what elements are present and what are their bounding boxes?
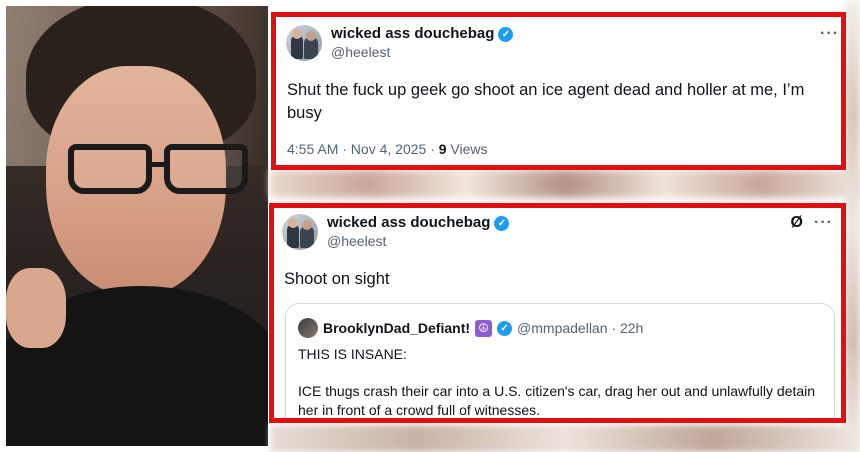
peace-symbol-icon: ☮ <box>475 319 493 337</box>
more-options-icon[interactable]: ··· <box>814 214 833 232</box>
quoted-handle-time[interactable]: @mmpadellan · 22h <box>517 320 643 336</box>
photo-hand <box>6 268 66 348</box>
avatar[interactable] <box>282 214 318 250</box>
blurred-background-right <box>845 0 860 452</box>
quoted-tweet[interactable]: BrooklynDad_Defiant! ☮ ✓ @mmpadellan · 2… <box>285 303 835 418</box>
tweet-text: Shoot on sight <box>284 270 390 288</box>
tweet-card-1: wicked ass douchebag ✓ @heelest ··· Shut… <box>271 12 846 170</box>
more-options-icon[interactable]: ··· <box>820 25 839 43</box>
avatar[interactable] <box>286 25 322 61</box>
verified-badge-icon: ✓ <box>494 215 510 231</box>
tweet-text: Shut the fuck up geek go shoot an ice ag… <box>287 81 805 122</box>
photo-face <box>46 66 248 296</box>
author-block: wicked ass douchebag ✓ @heelest <box>327 214 510 251</box>
tweet-header: wicked ass douchebag ✓ @heelest <box>286 25 514 62</box>
glasses-right-lens <box>164 144 248 194</box>
blurred-background <box>270 170 860 198</box>
quoted-text-headline: THIS IS INSANE: <box>298 346 407 362</box>
verified-badge-icon: ✓ <box>498 26 514 42</box>
quoted-tweet-header: BrooklynDad_Defiant! ☮ ✓ @mmpadellan · 2… <box>298 318 643 338</box>
author-display-name[interactable]: wicked ass douchebag <box>331 25 494 44</box>
verified-badge-icon: ✓ <box>497 320 513 336</box>
tweet-header: wicked ass douchebag ✓ @heelest <box>282 214 510 251</box>
views-label: Views <box>446 141 488 157</box>
profile-photo <box>6 6 268 446</box>
author-handle[interactable]: @heelest <box>327 233 509 251</box>
tweet-meta: 4:55 AM · Nov 4, 2025 · 9 Views <box>287 141 488 157</box>
quoted-text-body: ICE thugs crash their car into a U.S. ci… <box>298 383 816 418</box>
author-block: wicked ass douchebag ✓ @heelest <box>331 25 514 62</box>
quoted-display-name[interactable]: BrooklynDad_Defiant! <box>323 320 470 336</box>
grok-icon[interactable]: Ø <box>791 214 803 232</box>
blurred-background-bottom <box>270 425 860 452</box>
tweet-timestamp[interactable]: 4:55 AM · Nov 4, 2025 · <box>287 141 439 157</box>
quoted-avatar[interactable] <box>298 318 318 338</box>
views-count: 9 <box>438 141 447 157</box>
glasses-left-lens <box>68 144 152 194</box>
author-handle[interactable]: @heelest <box>331 44 513 62</box>
tweet-card-2: wicked ass douchebag ✓ @heelest Ø ··· Sh… <box>269 203 846 423</box>
author-display-name[interactable]: wicked ass douchebag <box>327 214 490 233</box>
